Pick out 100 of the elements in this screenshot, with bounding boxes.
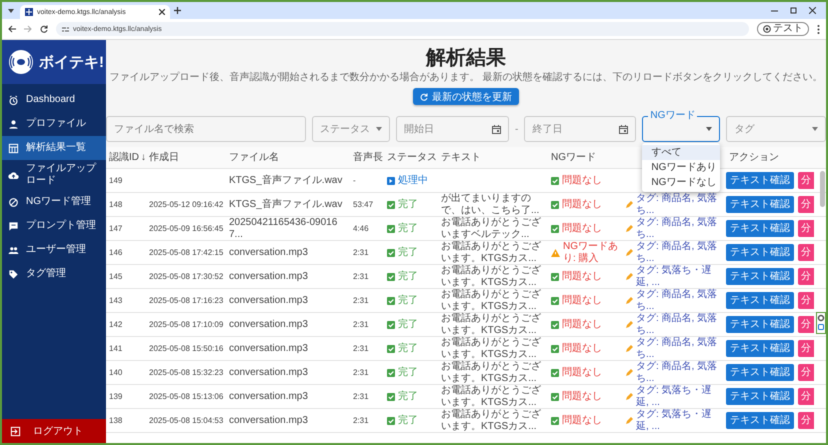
logout-button[interactable]: ログアウト [2, 419, 106, 443]
check-icon [387, 392, 395, 400]
sidebar-item[interactable]: プロファイル [2, 112, 106, 136]
calendar-icon[interactable] [492, 124, 501, 134]
table-cell-text: 4:46 [352, 222, 370, 234]
status-label: 完了 [387, 246, 436, 258]
table-cell-text: conversation.mp3 [228, 318, 309, 330]
column-header[interactable]: ファイル名 [226, 152, 350, 164]
text-check-button[interactable]: テキスト確認 [726, 388, 794, 405]
ng-word-status: NGワードあり: 購入 [551, 241, 620, 264]
site-info-icon[interactable] [62, 26, 69, 32]
table-cell-text: 2025-05-08 15:04:53 [148, 414, 224, 426]
text-check-button[interactable]: テキスト確認 [726, 364, 794, 381]
analysis-button[interactable]: 分 [798, 388, 814, 405]
ng-word-status: 問題なし [551, 294, 620, 306]
page-description: ファイルアップロード後、音声認識が開始されるまで数分かかる場合があります。 最新の状態を確認するには、下のリロードボタンをクリックしてください。 [110, 72, 822, 84]
tag-link[interactable]: タグ: 気落ち・遅延, ... [625, 385, 724, 408]
column-header[interactable]: 認識ID ↓ [106, 152, 146, 164]
sidebar-item[interactable]: プロンプト管理 [2, 214, 106, 238]
text-check-button[interactable]: テキスト確認 [726, 268, 794, 285]
table-cell-text: 2:31 [352, 270, 370, 282]
table-cell-text: conversation.mp3 [228, 366, 309, 378]
menu-icon[interactable] [817, 24, 820, 34]
analysis-button[interactable]: 分 [798, 412, 814, 429]
tag-link[interactable]: タグ: 商品名, 気落ち... [625, 313, 724, 336]
table-cell-text: 141 [108, 342, 124, 354]
ng-word-status: 問題なし [551, 318, 620, 330]
reload-icon[interactable] [40, 25, 48, 33]
table-cell-text: 149 [108, 174, 124, 186]
analysis-button[interactable]: 分 [798, 292, 814, 309]
side-toolbar-drawing[interactable] [816, 312, 826, 334]
text-check-button[interactable]: テキスト確認 [726, 316, 794, 333]
table-cell-text: 2025-05-08 15:13:06 [148, 390, 224, 402]
tag-link[interactable]: タグ: 気落ち・遅延, ... [625, 265, 724, 288]
column-header[interactable]: アクション [726, 152, 818, 164]
back-icon[interactable] [8, 25, 16, 33]
refresh-button[interactable]: 最新の状態を更新 [413, 88, 519, 105]
table-cell-text: 2025-05-12 09:16:42 [148, 198, 224, 210]
sidebar-item[interactable]: タグ管理 [2, 262, 106, 286]
tag-link[interactable]: タグ: 商品名, 気落ち... [625, 337, 724, 360]
analysis-button[interactable]: 分 [798, 196, 814, 213]
close-icon[interactable] [159, 9, 165, 15]
analysis-button[interactable]: 分 [798, 316, 814, 333]
table-cell-text: 2025-05-08 17:10:09 [148, 318, 224, 330]
status-label: 完了 [387, 270, 436, 282]
check-icon [551, 200, 559, 208]
sidebar-item[interactable]: Dashboard [2, 88, 106, 112]
table-cell-text: 2:31 [352, 414, 370, 426]
tag-link[interactable]: タグ: 商品名, 気落ち... [625, 241, 724, 264]
table-cell-text: 2025-05-08 17:42:15 [148, 246, 224, 258]
analysis-button[interactable]: 分 [798, 172, 814, 189]
table-cell-text: conversation.mp3 [228, 342, 309, 354]
caret-icon [706, 127, 712, 131]
new-tab-icon[interactable] [174, 7, 181, 14]
analysis-button[interactable]: 分 [798, 220, 814, 237]
restore-icon[interactable] [790, 7, 797, 14]
table-cell-text: 2:31 [352, 294, 370, 306]
column-header[interactable]: 音声長 [350, 152, 384, 164]
sidebar-item[interactable]: ユーザー管理 [2, 238, 106, 262]
tag-link[interactable]: タグ: 商品名, 気落ち... [625, 361, 724, 384]
column-header[interactable]: テキスト [438, 152, 548, 164]
column-header[interactable]: ステータス [384, 152, 438, 164]
column-header[interactable]: 作成日 [146, 152, 226, 164]
analysis-button[interactable]: 分 [798, 364, 814, 381]
table-cell-text: conversation.mp3 [228, 390, 309, 402]
table-cell-text: 20250421165436-090167... [228, 217, 338, 240]
tag-link[interactable]: タグ: 気落ち・遅延, ... [625, 409, 724, 432]
text-check-button[interactable]: テキスト確認 [726, 172, 794, 189]
column-header[interactable]: NGワード [548, 152, 622, 164]
text-check-button[interactable]: テキスト確認 [726, 220, 794, 237]
chat-icon [8, 220, 19, 232]
text-check-button[interactable]: テキスト確認 [726, 292, 794, 309]
tag-link[interactable]: タグ: 商品名, 気落ち... [625, 193, 724, 216]
table-cell-text: KTGS_音声ファイル.wav [228, 198, 344, 210]
sidebar-item[interactable]: NGワード管理 [2, 190, 106, 214]
analysis-button[interactable]: 分 [798, 244, 814, 261]
analysis-button[interactable]: 分 [798, 340, 814, 357]
dropdown-option[interactable]: NGワードあり [642, 160, 720, 175]
text-check-button[interactable]: テキスト確認 [726, 196, 794, 213]
caret-icon [812, 127, 818, 131]
text-check-button[interactable]: テキスト確認 [726, 412, 794, 429]
calendar-icon[interactable] [619, 124, 628, 134]
profile-chip[interactable]: テスト [757, 22, 809, 36]
dropdown-option[interactable]: NGワードなし [642, 175, 720, 190]
sidebar-item[interactable]: ファイルアップロード [2, 160, 106, 190]
text-check-button[interactable]: テキスト確認 [726, 244, 794, 261]
ng-word-status: 問題なし [551, 390, 620, 402]
tag-link[interactable]: タグ: 商品名, 気落ち... [625, 289, 724, 312]
scrollbar[interactable] [820, 171, 825, 207]
dropdown-option[interactable]: すべて [642, 145, 720, 160]
text-check-button[interactable]: テキスト確認 [726, 340, 794, 357]
close-icon[interactable] [809, 7, 816, 14]
analysis-button[interactable]: 分 [798, 268, 814, 285]
ng-word-status: 問題なし [551, 342, 620, 354]
sidebar-item[interactable]: 解析結果一覧 [2, 136, 106, 160]
table-cell-text: 2025-05-08 15:50:16 [148, 342, 224, 354]
warning-icon [551, 248, 560, 256]
tag-link[interactable]: タグ: 商品名, 気落ち... [625, 217, 724, 240]
table-cell-text: 140 [108, 366, 124, 378]
search-field[interactable]: ファイル名で検索 [106, 116, 306, 142]
